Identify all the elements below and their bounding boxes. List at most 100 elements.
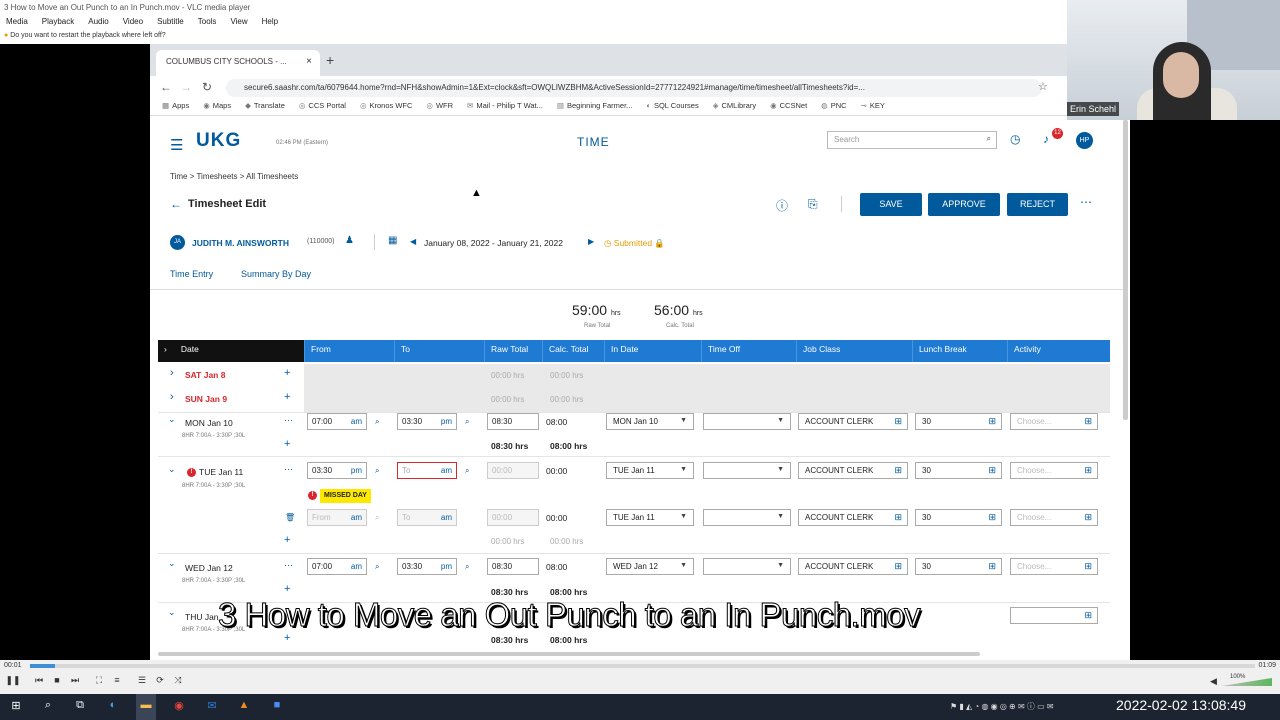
calendar-icon[interactable]: ▦	[388, 235, 397, 246]
clock-icon[interactable]: ◷	[1010, 132, 1020, 146]
loop-icon[interactable]: ⟳	[151, 675, 169, 689]
task-view-icon[interactable]: ⧉	[72, 699, 88, 715]
next-period-icon[interactable]: ▶	[588, 237, 594, 246]
zoom-icon[interactable]: ■	[269, 699, 285, 715]
browser-tab[interactable]: COLUMBUS CITY SCHOOLS - ... ×	[156, 50, 320, 76]
bookmark-apps[interactable]: ▦ Apps	[162, 101, 189, 114]
bookmark-sql[interactable]: ◐ SQL Courses	[646, 101, 698, 114]
approve-button[interactable]: APPROVE	[928, 193, 1000, 216]
bookmark-wfr[interactable]: ◎ WFR	[426, 101, 453, 114]
menu-audio[interactable]: Audio	[88, 17, 108, 28]
menu-subtitle[interactable]: Subtitle	[157, 17, 184, 28]
playlist-icon[interactable]: ☰	[133, 675, 151, 689]
activity-field[interactable]: Choose... ⊞	[1010, 413, 1098, 430]
in-date-select[interactable]: MON Jan 10 ▼	[606, 413, 694, 430]
row-date[interactable]: WED Jan 12	[185, 563, 233, 573]
activity-field[interactable]: Choose... ⊞	[1010, 462, 1098, 479]
add-row-icon[interactable]: +	[284, 583, 290, 595]
reject-button[interactable]: REJECT	[1007, 193, 1068, 216]
bookmark-pnc[interactable]: ◍ PNC	[821, 101, 846, 114]
collapse-icon[interactable]: ⌄	[168, 558, 176, 569]
outlook-icon[interactable]: ✉	[204, 699, 220, 715]
row-menu-icon[interactable]: ⋯	[284, 560, 293, 571]
bookmark-mail[interactable]: ✉ Mail - Philip T Wat...	[467, 101, 543, 114]
close-icon[interactable]: ×	[306, 56, 312, 67]
lunch-break-field[interactable]: 30 ⊞	[915, 558, 1002, 575]
to-input[interactable]: To am	[397, 462, 457, 479]
hamburger-menu-icon[interactable]: ☰	[170, 136, 183, 154]
bookmark-ccs-portal[interactable]: ◎ CCS Portal	[299, 101, 346, 114]
zoom-icon[interactable]: ⌕	[375, 466, 379, 476]
seek-bar[interactable]	[30, 664, 1255, 668]
zoom-icon[interactable]: ⌕	[465, 417, 469, 427]
previous-icon[interactable]: ⏮	[30, 675, 48, 689]
add-row-icon[interactable]: +	[284, 391, 290, 403]
search-icon[interactable]: ⌕	[987, 134, 991, 144]
forward-icon[interactable]: →	[180, 80, 192, 94]
tab-time-entry[interactable]: Time Entry	[170, 269, 213, 279]
row-date[interactable]: MON Jan 10	[185, 418, 233, 428]
tab-summary-by-day[interactable]: Summary By Day	[241, 269, 311, 279]
row-date[interactable]: SUN Jan 9	[185, 394, 227, 404]
from-input[interactable]: 07:00 am	[307, 413, 367, 430]
trash-icon[interactable]: 🗑	[285, 513, 295, 522]
job-class-field[interactable]: ACCOUNT CLERK ⊞	[798, 413, 908, 430]
fullscreen-icon[interactable]: ⛶	[90, 675, 108, 689]
zoom-icon[interactable]: ⌕	[375, 562, 379, 572]
menu-playback[interactable]: Playback	[42, 17, 74, 28]
pause-icon[interactable]: ❚❚	[4, 675, 22, 689]
prev-period-icon[interactable]: ◀	[410, 237, 416, 246]
lunch-break-field[interactable]: 30 ⊞	[915, 413, 1002, 430]
collapse-icon[interactable]: ⌄	[168, 464, 176, 475]
employee-name[interactable]: JUDITH M. AINSWORTH	[192, 238, 289, 248]
bell-icon[interactable]: ♪	[1043, 132, 1049, 146]
in-date-select[interactable]: TUE Jan 11 ▼	[606, 509, 694, 526]
to-input[interactable]: To am	[397, 509, 457, 526]
row-date[interactable]: SAT Jan 8	[185, 370, 225, 380]
bookmark-maps[interactable]: ◉ Maps	[203, 101, 231, 114]
stop-icon[interactable]: ■	[48, 675, 66, 689]
back-icon[interactable]: ←	[160, 80, 172, 94]
job-class-field[interactable]: ACCOUNT CLERK ⊞	[798, 509, 908, 526]
to-input[interactable]: 03:30 pm	[397, 413, 457, 430]
activity-field[interactable]: ⊞	[1010, 607, 1098, 624]
expand-all-icon[interactable]: ›	[164, 344, 167, 354]
more-options-icon[interactable]: ⋯	[1080, 195, 1092, 209]
bookmark-key[interactable]: ⊸ KEY	[861, 101, 885, 114]
expand-icon[interactable]: ›	[170, 391, 174, 403]
column-date[interactable]: › Date	[158, 340, 276, 362]
windows-start-icon[interactable]: ⊞	[8, 699, 24, 715]
zoom-icon[interactable]: ⌕	[375, 513, 379, 523]
time-off-select[interactable]: ▼	[703, 509, 791, 526]
expand-icon[interactable]: ›	[170, 367, 174, 379]
vlc-icon[interactable]: ▲	[236, 699, 252, 715]
menu-tools[interactable]: Tools	[198, 17, 217, 28]
tray-icons[interactable]: ⚑ ▮ ◭ ◔ ◍ ◉ ◎ ⊕ ✉ ⓘ ▭ ✉	[950, 701, 1054, 712]
zoom-icon[interactable]: ⌕	[465, 466, 469, 476]
back-arrow-icon[interactable]: ←	[170, 197, 182, 211]
menu-media[interactable]: Media	[6, 17, 28, 28]
menu-view[interactable]: View	[230, 17, 247, 28]
star-icon[interactable]: ☆	[1038, 80, 1048, 93]
activity-field[interactable]: Choose... ⊞	[1010, 509, 1098, 526]
url-field[interactable]: secure6.saashr.com/ta/6079644.home?rnd=N…	[226, 79, 1042, 97]
new-tab-icon[interactable]: +	[326, 52, 334, 68]
row-menu-icon[interactable]: ⋯	[284, 464, 293, 475]
reload-icon[interactable]: ↻	[202, 80, 212, 94]
from-input[interactable]: From am	[307, 509, 367, 526]
row-date[interactable]: THU Jan	[185, 612, 219, 622]
next-icon[interactable]: ⏭	[66, 675, 84, 689]
zoom-icon[interactable]: ⌕	[465, 562, 469, 572]
extended-settings-icon[interactable]: ≡	[108, 675, 126, 689]
attachment-icon[interactable]: ⎘	[808, 197, 818, 212]
time-off-select[interactable]: ▼	[703, 413, 791, 430]
bookmark-farmer[interactable]: ▤ Beginning Farmer...	[557, 101, 633, 114]
to-input[interactable]: 03:30 pm	[397, 558, 457, 575]
info-icon[interactable]: ⓘ	[776, 197, 788, 214]
bookmark-translate[interactable]: ◆ Translate	[245, 101, 285, 114]
menu-help[interactable]: Help	[262, 17, 278, 28]
bookmark-cmlibrary[interactable]: ◈ CMLibrary	[713, 101, 756, 114]
vertical-scrollbar[interactable]	[1123, 120, 1128, 420]
time-off-select[interactable]: ▼	[703, 462, 791, 479]
edge-icon[interactable]: ◐	[105, 699, 121, 715]
